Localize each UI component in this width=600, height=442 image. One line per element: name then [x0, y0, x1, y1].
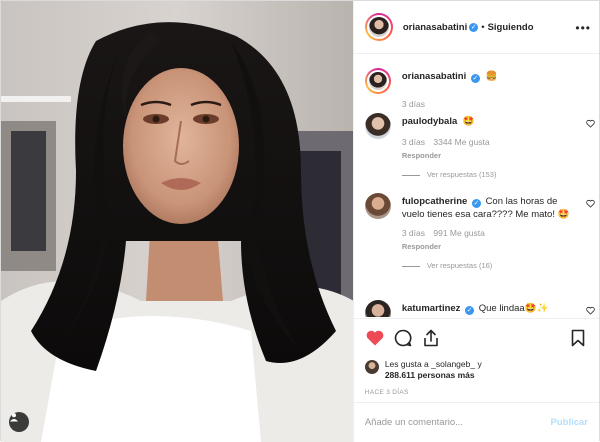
likes-summary[interactable]: Les gusta a _solangeb_ y 288.611 persona… — [364, 359, 588, 381]
share-icon[interactable] — [421, 328, 441, 348]
comment-item: katumartinez ✓ Que lindaa🤩✨ — [364, 300, 595, 317]
comments-list[interactable]: orianasabatini ✓ 🍔 3 días paulodybala 🤩 — [354, 55, 599, 317]
post-header: orianasabatini ✓ • Siguiendo ••• — [353, 1, 599, 54]
likes-line-1: Les gusta a _solangeb_ y — [384, 359, 482, 369]
verified-icon: ✓ — [470, 74, 480, 83]
view-replies-label: Ver respuestas (16) — [426, 261, 493, 270]
bookmark-icon[interactable] — [568, 328, 588, 348]
commenter-avatar[interactable] — [364, 113, 391, 139]
view-replies[interactable]: Ver respuestas (16) — [401, 259, 572, 272]
instagram-post-modal: orianasabatini ✓ • Siguiendo ••• orianas… — [0, 0, 600, 442]
caption-time[interactable]: 3 días — [402, 99, 425, 109]
comment-username[interactable]: fulopcatherine — [402, 196, 467, 207]
post-actions: Les gusta a _solangeb_ y 288.611 persona… — [353, 318, 599, 396]
verified-icon: ✓ — [465, 306, 475, 315]
comment-username[interactable]: paulodybala — [402, 116, 457, 127]
caption-item: orianasabatini ✓ 🍔 3 días — [364, 68, 585, 111]
post-side-panel: orianasabatini ✓ • Siguiendo ••• orianas… — [352, 1, 599, 442]
caption-avatar[interactable] — [364, 68, 391, 94]
view-replies-label: Ver respuestas (153) — [426, 170, 497, 179]
like-comment-icon[interactable] — [586, 306, 595, 315]
author-info: orianasabatini ✓ • Siguiendo — [403, 22, 534, 33]
action-bar — [365, 328, 588, 352]
comment-icon[interactable] — [393, 328, 413, 348]
view-replies[interactable]: Ver respuestas (153) — [401, 168, 585, 181]
caption-text: 🍔 — [485, 71, 498, 82]
reply-button[interactable]: Responder — [402, 240, 572, 253]
user-icon — [10, 413, 18, 422]
like-heart-icon[interactable] — [365, 328, 385, 348]
comment-likes[interactable]: 3344 Me gusta — [433, 137, 489, 147]
separator-dot: • — [481, 21, 485, 33]
commenter-avatar[interactable] — [364, 300, 391, 317]
follow-status-button[interactable]: Siguiendo — [488, 22, 534, 33]
commenter-avatar[interactable] — [364, 193, 391, 219]
verified-icon: ✓ — [471, 199, 481, 208]
comment-input[interactable] — [364, 417, 551, 428]
publish-button[interactable]: Publicar — [551, 417, 589, 428]
portrait-image — [1, 1, 353, 442]
comment-composer: Publicar — [353, 402, 599, 442]
comment-item: fulopcatherine ✓ Con las horas de vuelo … — [364, 193, 595, 272]
like-comment-icon[interactable] — [586, 199, 595, 208]
reply-button[interactable]: Responder — [402, 149, 585, 162]
comment-username[interactable]: katumartinez — [402, 303, 461, 314]
post-timestamp[interactable]: HACE 3 DÍAS — [365, 389, 588, 396]
caption-username[interactable]: orianasabatini — [402, 71, 466, 82]
comment-likes[interactable]: 991 Me gusta — [433, 228, 485, 238]
like-comment-icon[interactable] — [586, 119, 595, 128]
liker-avatar[interactable] — [364, 360, 379, 374]
tagged-users-button[interactable] — [9, 412, 29, 432]
author-username[interactable]: orianasabatini — [403, 22, 467, 33]
verified-icon: ✓ — [469, 22, 479, 32]
replies-divider — [401, 174, 420, 176]
comment-text: 🤩 — [462, 116, 475, 127]
more-options-icon[interactable]: ••• — [575, 21, 591, 35]
post-photo[interactable] — [1, 1, 353, 442]
replies-divider — [401, 265, 420, 267]
comment-time[interactable]: 3 días — [402, 228, 425, 238]
comment-time[interactable]: 3 días — [402, 137, 425, 147]
comment-text: Que lindaa🤩✨ — [478, 303, 549, 314]
likes-count[interactable]: 288.611 personas más — [385, 370, 482, 381]
comment-item: paulodybala 🤩 3 días 3344 Me gusta Respo… — [364, 113, 595, 181]
author-avatar[interactable] — [364, 13, 393, 41]
